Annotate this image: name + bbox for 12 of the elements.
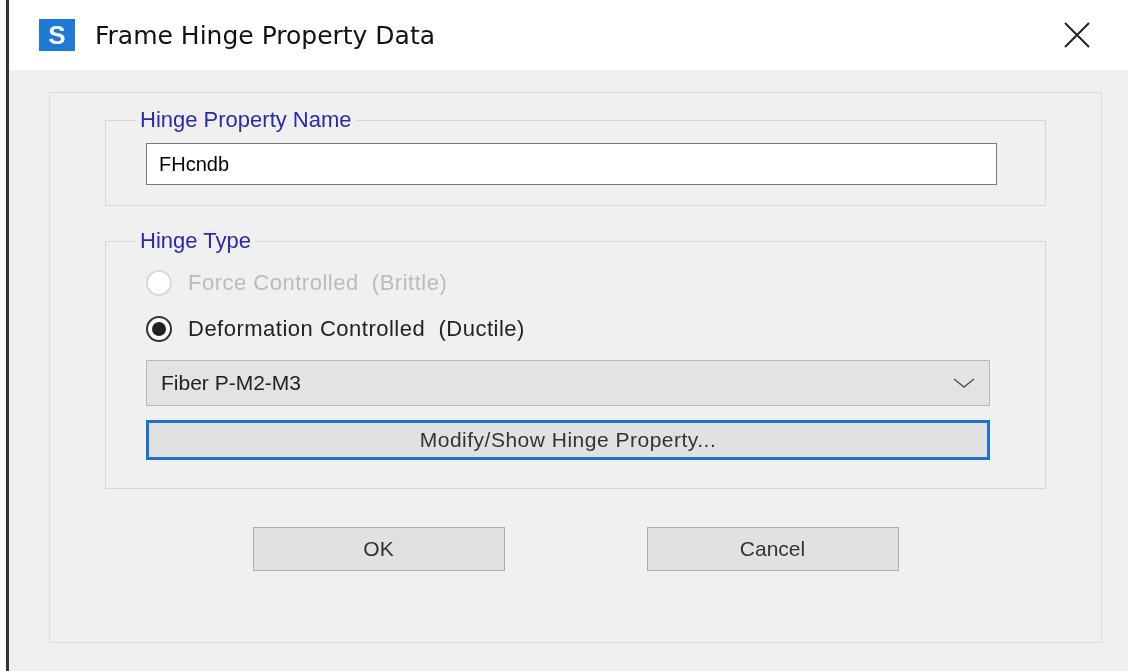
cancel-button[interactable]: Cancel (646, 527, 899, 571)
close-icon[interactable] (1064, 22, 1090, 48)
app-logo: S (39, 19, 75, 51)
radio-option[interactable]: Deformation Controlled (Ductile) (146, 306, 990, 352)
hinge-dropdown[interactable]: Fiber P-M2-M3 (146, 360, 990, 406)
name-field[interactable]: FHcndb (146, 143, 997, 185)
chevron-icon (953, 377, 975, 389)
window-title: Frame Hinge Property Data (95, 20, 437, 50)
group-legend: Hinge Type (136, 228, 255, 254)
ok-button[interactable]: OK (252, 527, 505, 571)
group-legend: Hinge Property Name (136, 107, 356, 133)
modify-button[interactable]: Modify/Show Hinge Property... (146, 420, 990, 460)
